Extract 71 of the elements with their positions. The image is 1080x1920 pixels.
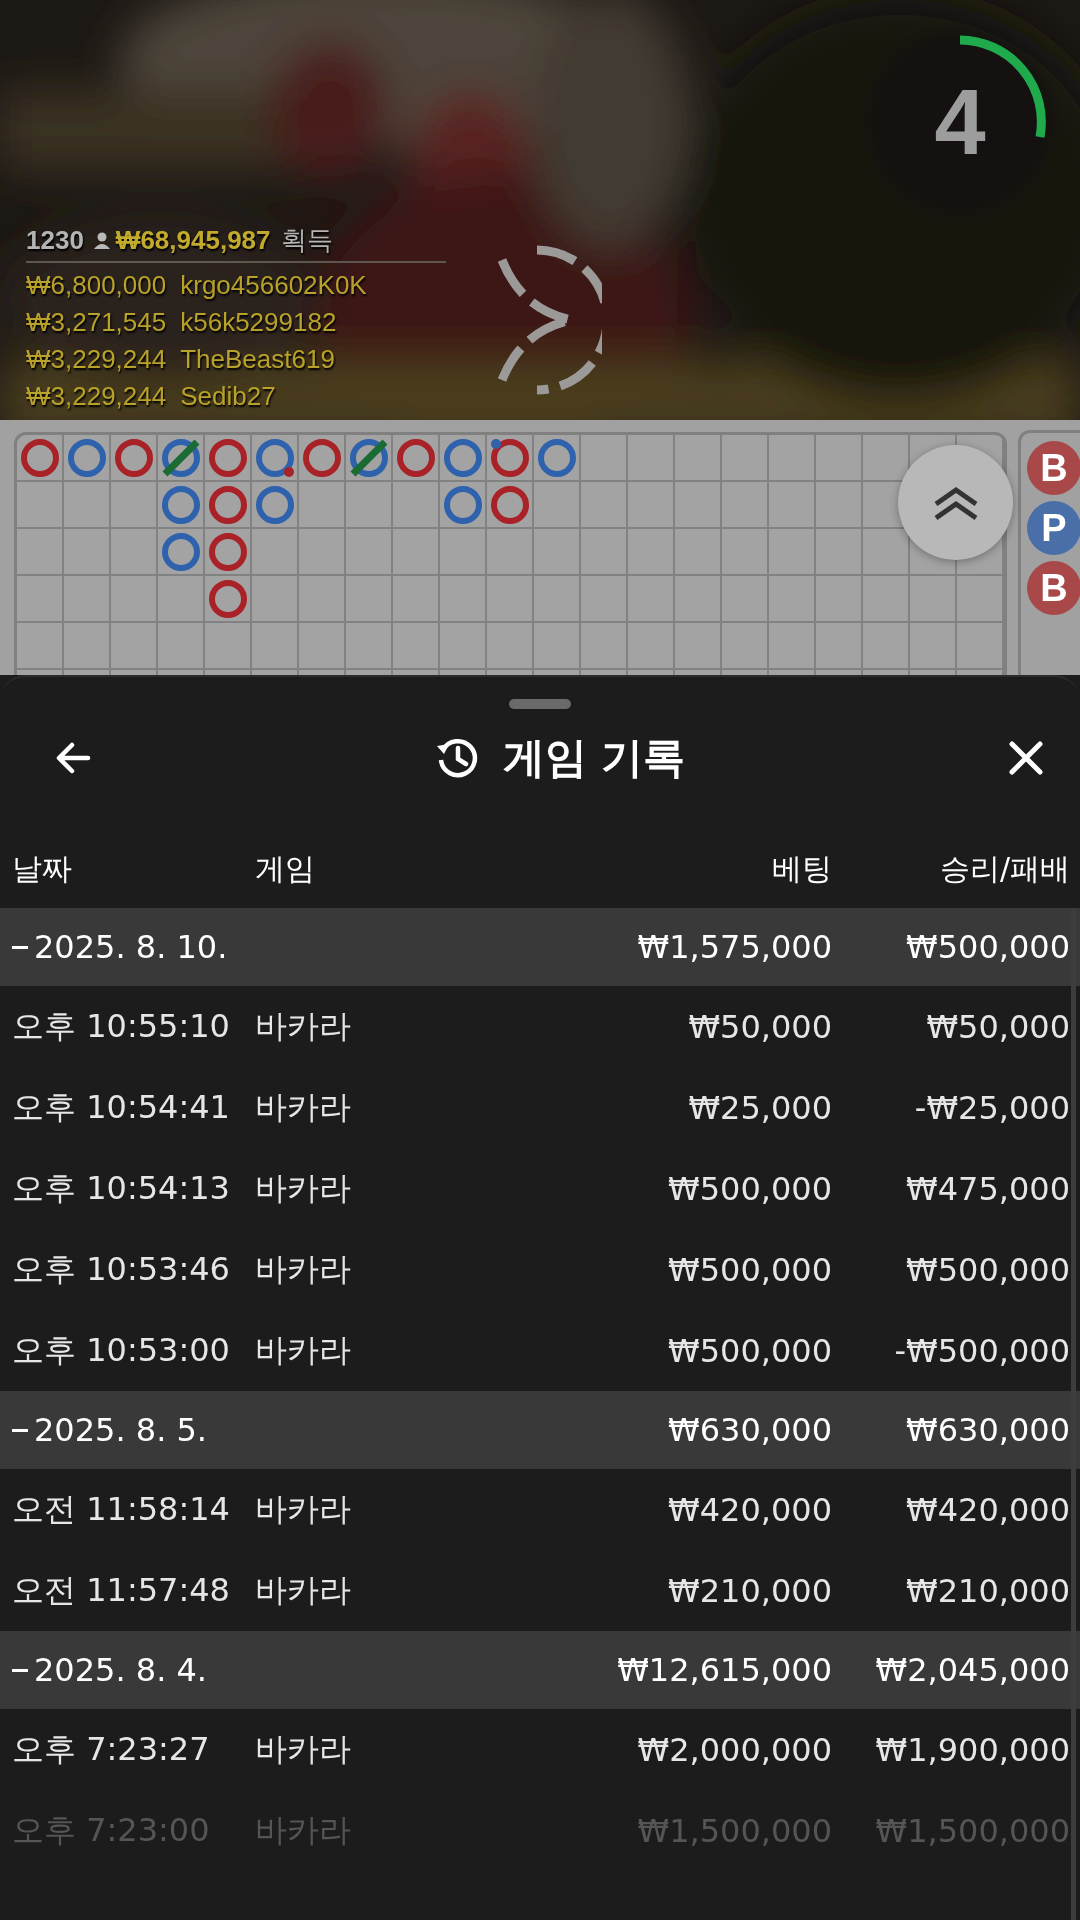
result-cell: -₩25,000 [914,1088,1070,1127]
game-cell-text: 바카라 [255,1248,352,1290]
group-date: 2025. 8. 10. [34,928,228,966]
column-header: 날짜 [12,850,73,888]
result-cell: ₩500,000 [906,1250,1070,1289]
group-bet-total: ₩12,615,000 [617,1651,832,1689]
bet-cell: ₩25,000 [688,1088,832,1127]
result-badge: B [1027,561,1080,615]
result-badge: B [1027,441,1080,495]
game-cell-text: 바카라 [255,1728,352,1770]
winner-amount: ₩6,800,000 [26,269,167,302]
winner-name: TheBeast619 [180,343,335,376]
winner-name: k56k5299182 [180,306,337,339]
person-icon [93,231,110,249]
total-winnings: ₩68,945,987 [115,224,271,257]
time-cell-text: 오후 10:54:41 [12,1086,231,1128]
group-date: 2025. 8. 4. [34,1651,207,1689]
result-cell: ₩210,000 [906,1571,1070,1610]
time-cell-text: 오전 11:57:48 [12,1569,231,1611]
time-cell-text: 오후 10:53:46 [12,1248,231,1290]
date-group-row[interactable]: 2025. 8. 5. ₩630,000 ₩630,000 [0,1391,1080,1469]
game-cell-text: 바카라 [255,1488,352,1530]
result-cell: ₩420,000 [906,1490,1070,1529]
bet-cell: ₩500,000 [668,1331,832,1370]
group-result-total: ₩2,045,000 [875,1651,1070,1689]
column-header: 승리/패배 [939,850,1070,888]
result-badge: P [1027,501,1080,555]
time-cell-text: 오후 10:55:10 [12,1005,231,1047]
result-cell: ₩475,000 [906,1169,1070,1208]
winner-name: krgo456602K0K [180,269,367,302]
date-group-row[interactable]: 2025. 8. 4. ₩12,615,000 ₩2,045,000 [0,1631,1080,1709]
bet-cell: ₩500,000 [668,1169,832,1208]
bet-cell: ₩500,000 [668,1250,832,1289]
game-cell-text: 바카라 [255,1167,352,1209]
bet-cell: ₩1,500,000 [637,1811,832,1850]
sheet-title: 게임 기록 [502,732,686,784]
time-cell-text: 오후 10:54:13 [12,1167,231,1209]
group-bet-total: ₩1,575,000 [637,928,832,966]
game-cell-text: 바카라 [255,1569,352,1611]
bet-cell: ₩2,000,000 [637,1730,832,1769]
scrollbar[interactable] [1071,908,1076,1920]
bet-cell: ₩50,000 [688,1007,832,1046]
time-cell-text: 오후 7:23:00 [12,1809,211,1851]
winner-amount: ₩3,271,545 [26,306,167,339]
result-cell: -₩500,000 [894,1331,1070,1370]
column-header: 베팅 [772,850,832,888]
game-cell-text: 바카라 [255,1086,352,1128]
group-bet-total: ₩630,000 [668,1411,832,1449]
player-count: 1230 [26,224,84,257]
group-result-total: ₩500,000 [906,928,1070,966]
result-cell: ₩50,000 [926,1007,1070,1046]
winner-name: Sedib27 [180,380,276,413]
drag-handle[interactable] [509,699,571,709]
winnings-label: 획득 [280,224,333,257]
result-cell: ₩1,500,000 [875,1811,1070,1850]
countdown-number: 4 [933,70,987,175]
game-cell-text: 바카라 [255,1809,352,1851]
time-cell-text: 오전 11:58:14 [12,1488,231,1530]
group-result-total: ₩630,000 [906,1411,1070,1449]
bet-cell: ₩420,000 [668,1490,832,1529]
winner-amount: ₩3,229,244 [26,380,167,413]
winner-amount: ₩3,229,244 [26,343,167,376]
time-cell-text: 오후 10:53:00 [12,1329,231,1371]
bet-cell: ₩210,000 [668,1571,832,1610]
time-cell-text: 오후 7:23:27 [12,1728,211,1770]
result-cell: ₩1,900,000 [875,1730,1070,1769]
game-cell-text: 바카라 [255,1329,352,1371]
date-group-row[interactable]: 2025. 8. 10. ₩1,575,000 ₩500,000 [0,908,1080,986]
column-header: 게임 [255,850,316,888]
game-cell-text: 바카라 [255,1005,352,1047]
group-date: 2025. 8. 5. [34,1411,207,1449]
